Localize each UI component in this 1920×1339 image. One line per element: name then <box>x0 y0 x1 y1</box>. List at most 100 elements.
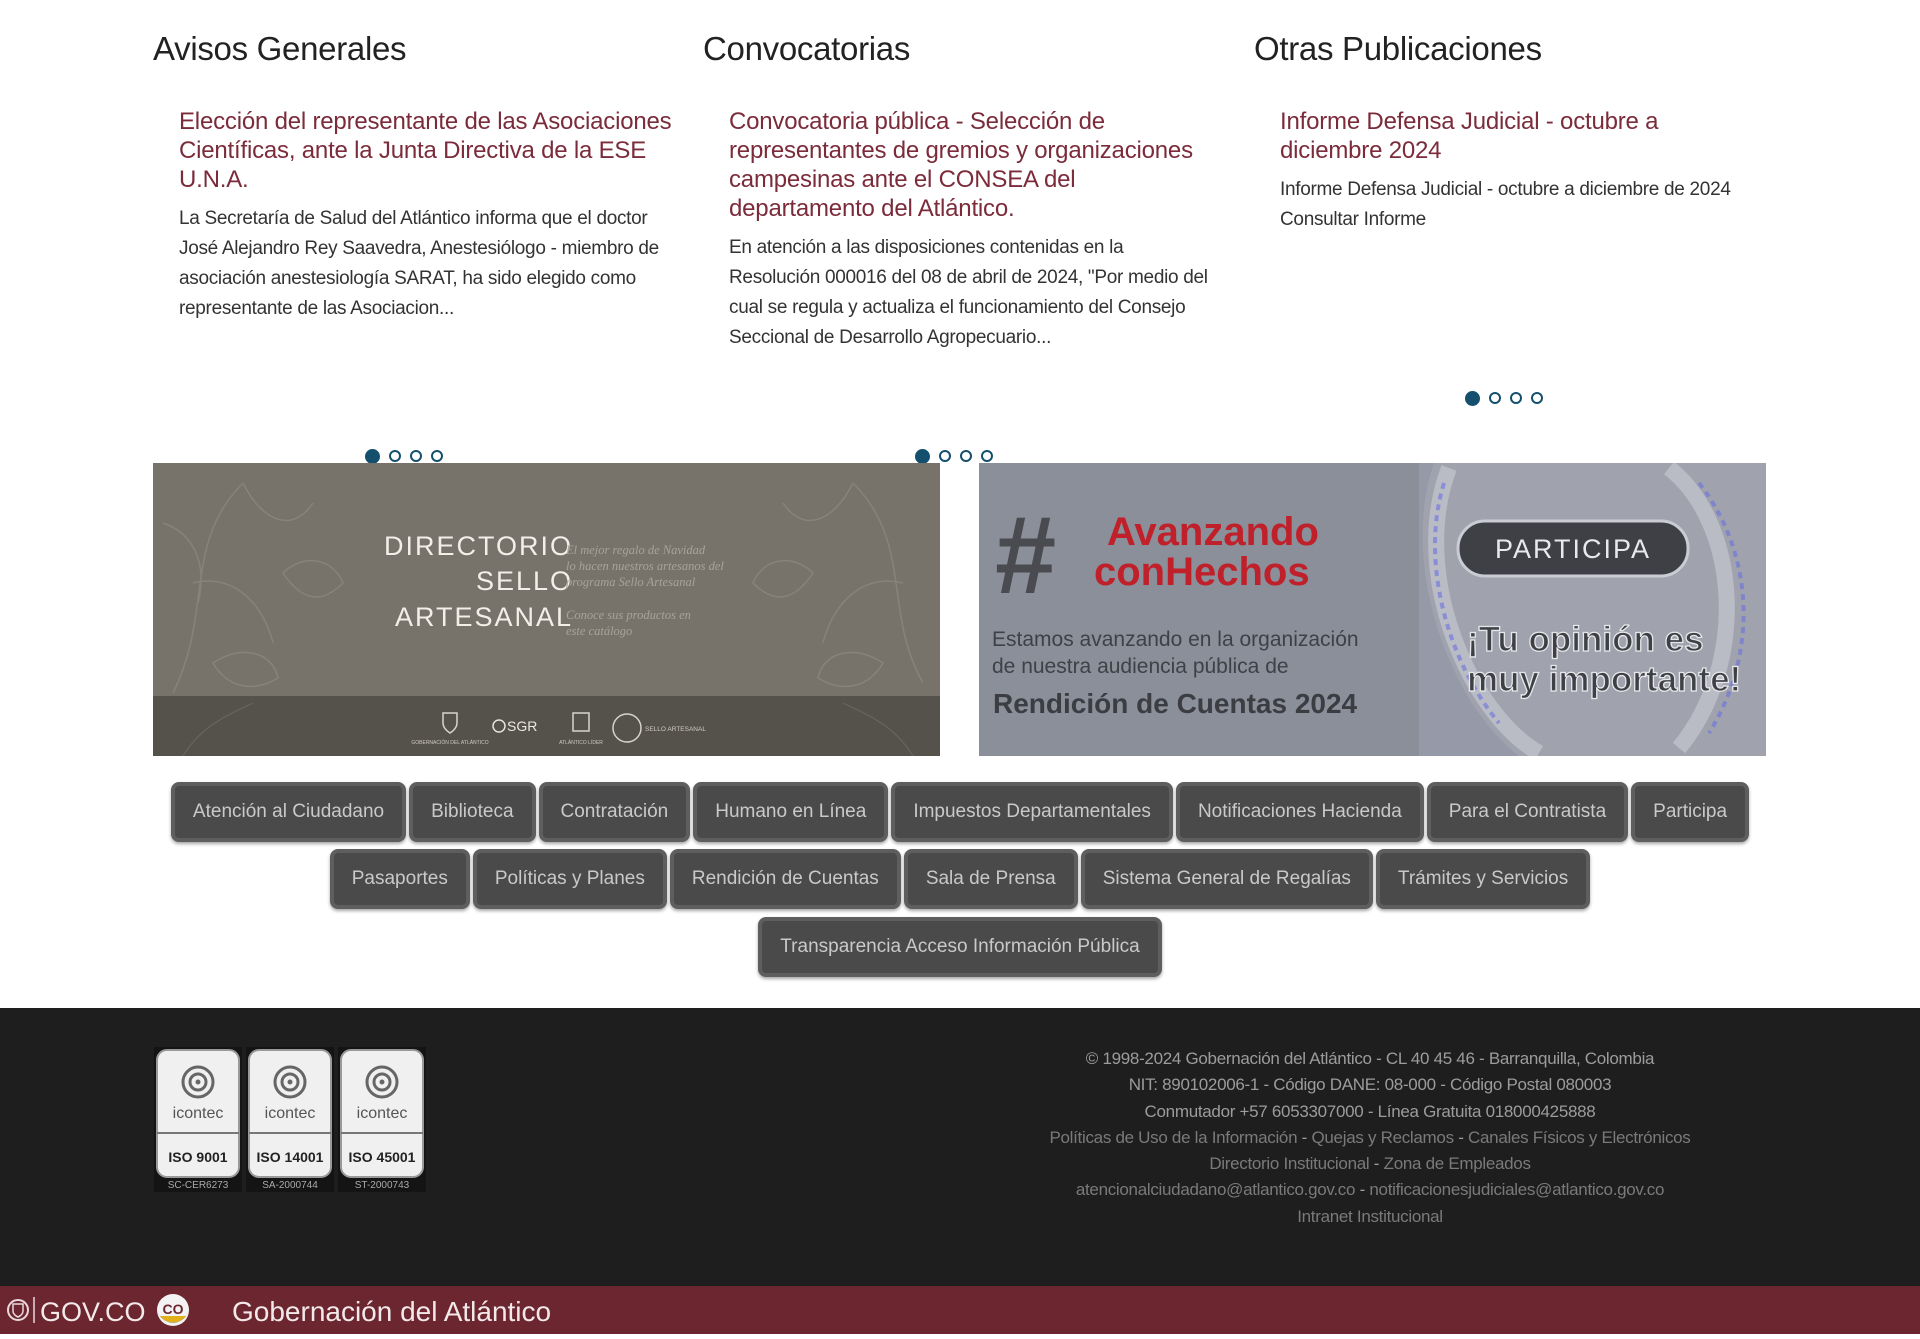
banner-headline-line: conHechos <box>1094 550 1310 594</box>
item-title-link[interactable]: Convocatoria pública - Selección de repr… <box>729 107 1219 223</box>
svg-text:icontec: icontec <box>265 1105 316 1122</box>
svg-text:SELLO ARTESANAL: SELLO ARTESANAL <box>645 726 706 733</box>
banner-tagline-line: El mejor regalo de Navidad <box>565 543 706 557</box>
link-canales[interactable]: Canales Físicos y Electrónicos <box>1468 1128 1691 1147</box>
link-directorio-institucional[interactable]: Directorio Institucional <box>1209 1154 1369 1173</box>
carousel-dot[interactable] <box>431 450 443 462</box>
banner-headline-line: Avanzando <box>1107 510 1319 554</box>
banner-opinion-line: ¡Tu opinión es <box>1467 620 1704 659</box>
separator: - <box>1373 1154 1380 1174</box>
iso-45001-seal: icontec ISO 45001 ST-2000743 <box>338 1047 426 1192</box>
link-politicas-uso[interactable]: Políticas de Uso de la Información <box>1049 1128 1297 1147</box>
separator: - <box>1359 1180 1366 1200</box>
carousel-dot[interactable] <box>1531 392 1543 404</box>
govco-logo[interactable]: GOV.CO <box>40 1297 146 1327</box>
carousel-dots-otras <box>1465 391 1543 406</box>
svg-text:icontec: icontec <box>173 1105 224 1122</box>
quicklink-biblioteca[interactable]: Biblioteca <box>409 782 536 842</box>
iso-9001-seal: icontec ISO 9001 SC-CER6273 <box>154 1047 242 1192</box>
banner-cta-line: Conoce sus productos en <box>566 608 691 622</box>
svg-text:SA-2000744: SA-2000744 <box>262 1180 318 1191</box>
carousel-dots-avisos <box>365 449 443 464</box>
banner-tagline-line: lo hacen nuestros artesanos del <box>566 559 724 573</box>
svg-text:ST-2000743: ST-2000743 <box>355 1180 410 1191</box>
item-title-link[interactable]: Elección del representante de las Asocia… <box>179 107 679 194</box>
svg-text:ATLÁNTICO LÍDER: ATLÁNTICO LÍDER <box>559 739 603 746</box>
carousel-dot[interactable] <box>981 450 993 462</box>
co-badge-icon: CO <box>157 1294 189 1326</box>
banner-rendicion-art: # Avanzando conHechos Estamos avanzando … <box>979 463 1766 756</box>
banner-sello-artesanal-art: DIRECTORIO SELLO ARTESANAL El mejor rega… <box>153 463 940 756</box>
quick-links-row-2: Pasaportes Políticas y Planes Rendición … <box>0 849 1920 909</box>
item-summary: Informe Defensa Judicial - octubre a dic… <box>1280 179 1731 230</box>
section-heading: Otras Publicaciones <box>1254 30 1542 67</box>
iso-14001-seal: icontec ISO 14001 SA-2000744 <box>246 1047 334 1192</box>
banner-cta-line: este catálogo <box>566 624 632 638</box>
carousel-dot[interactable] <box>389 450 401 462</box>
carousel-dot[interactable] <box>939 450 951 462</box>
quicklink-impuestos[interactable]: Impuestos Departamentales <box>891 782 1173 842</box>
svg-text:CO: CO <box>163 1301 184 1317</box>
separator: - <box>1301 1127 1308 1147</box>
carousel-dot[interactable] <box>1465 391 1480 406</box>
banner-opinion-line: muy importante! <box>1467 660 1741 699</box>
banner-text-line: Estamos avanzando en la organización <box>992 628 1359 651</box>
svg-text:PARTICIPA: PARTICIPA <box>1495 534 1651 564</box>
footer-phones: Conmutador +57 6053307000 - Línea Gratui… <box>1144 1101 1596 1121</box>
link-zona-empleados[interactable]: Zona de Empleados <box>1384 1154 1531 1173</box>
quicklink-sistema-regalias[interactable]: Sistema General de Regalías <box>1080 849 1373 909</box>
entity-name: Gobernación del Atlántico <box>232 1296 551 1327</box>
svg-text:ISO 9001: ISO 9001 <box>168 1149 227 1165</box>
banner-text-line: de nuestra audiencia pública de <box>992 655 1289 678</box>
carousel-dot[interactable] <box>915 449 930 464</box>
carousel-dot[interactable] <box>960 450 972 462</box>
carousel-item: Convocatoria pública - Selección de repr… <box>729 107 1219 353</box>
quicklink-rendicion-cuentas[interactable]: Rendición de Cuentas <box>669 849 901 909</box>
svg-text:ISO 14001: ISO 14001 <box>257 1149 324 1165</box>
svg-text:GOBERNACIÓN DEL ATLÁNTICO: GOBERNACIÓN DEL ATLÁNTICO <box>411 739 488 746</box>
svg-text:SGR: SGR <box>507 718 537 734</box>
carousel-dot[interactable] <box>1510 392 1522 404</box>
quicklink-participa[interactable]: Participa <box>1631 782 1750 842</box>
quick-links-row-3: Transparencia Acceso Información Pública <box>0 917 1920 977</box>
banner-strong-text: Rendición de Cuentas 2024 <box>993 688 1358 719</box>
separator: - <box>1458 1127 1464 1147</box>
banner-title-line: SELLO <box>476 566 573 596</box>
gov-co-bar: GOV.CO CO Gobernación del Atlántico <box>0 1286 1920 1334</box>
carousel-dot[interactable] <box>365 449 380 464</box>
section-heading: Avisos Generales <box>153 30 407 67</box>
carousel-dot[interactable] <box>1489 392 1501 404</box>
carousel-item: Elección del representante de las Asocia… <box>179 107 679 324</box>
link-email-notificaciones[interactable]: notificacionesjudiciales@atlantico.gov.c… <box>1369 1180 1664 1199</box>
participa-badge: PARTICIPA <box>1456 519 1690 578</box>
quicklink-transparencia[interactable]: Transparencia Acceso Información Pública <box>758 917 1162 977</box>
item-summary: En atención a las disposiciones contenid… <box>729 237 1208 348</box>
item-title-link[interactable]: Informe Defensa Judicial - octubre a dic… <box>1280 107 1750 165</box>
banner-title-line: ARTESANAL <box>395 602 573 632</box>
quicklink-atencion-ciudadano[interactable]: Atención al Ciudadano <box>170 782 407 842</box>
quicklink-politicas-planes[interactable]: Políticas y Planes <box>472 849 667 909</box>
quicklink-sala-prensa[interactable]: Sala de Prensa <box>903 849 1078 909</box>
site-footer: icontec ISO 9001 SC-CER6273 icontec ISO … <box>0 1008 1920 1286</box>
carousel-item: Informe Defensa Judicial - octubre a dic… <box>1280 107 1750 235</box>
banner-tagline-line: programa Sello Artesanal <box>565 575 696 589</box>
footer-ids: NIT: 890102006-1 - Código DANE: 08-000 -… <box>1128 1075 1612 1095</box>
svg-text:SC-CER6273: SC-CER6273 <box>168 1180 229 1191</box>
item-summary: La Secretaría de Salud del Atlántico inf… <box>179 208 659 319</box>
quicklink-contratacion[interactable]: Contratación <box>538 782 691 842</box>
colombia-shield-icon <box>7 1299 29 1321</box>
carousel-dots-convocatorias <box>915 449 993 464</box>
carousel-dot[interactable] <box>410 450 422 462</box>
banner-sello-artesanal[interactable]: DIRECTORIO SELLO ARTESANAL El mejor rega… <box>153 463 940 756</box>
quicklink-tramites-servicios[interactable]: Trámites y Servicios <box>1375 849 1591 909</box>
quicklink-humano-en-linea[interactable]: Humano en Línea <box>693 782 889 842</box>
quicklink-pasaportes[interactable]: Pasaportes <box>329 849 470 909</box>
link-email-atencion[interactable]: atencionalciudadano@atlantico.gov.co <box>1076 1180 1356 1199</box>
banner-rendicion-cuentas[interactable]: # Avanzando conHechos Estamos avanzando … <box>979 463 1766 756</box>
quicklink-notificaciones-hacienda[interactable]: Notificaciones Hacienda <box>1175 782 1424 842</box>
svg-text:icontec: icontec <box>357 1105 408 1122</box>
link-quejas-reclamos[interactable]: Quejas y Reclamos <box>1311 1128 1454 1147</box>
link-intranet[interactable]: Intranet Institucional <box>1297 1207 1443 1226</box>
footer-copyright: © 1998-2024 Gobernación del Atlántico - … <box>1085 1049 1655 1068</box>
quicklink-para-el-contratista[interactable]: Para el Contratista <box>1426 782 1629 842</box>
